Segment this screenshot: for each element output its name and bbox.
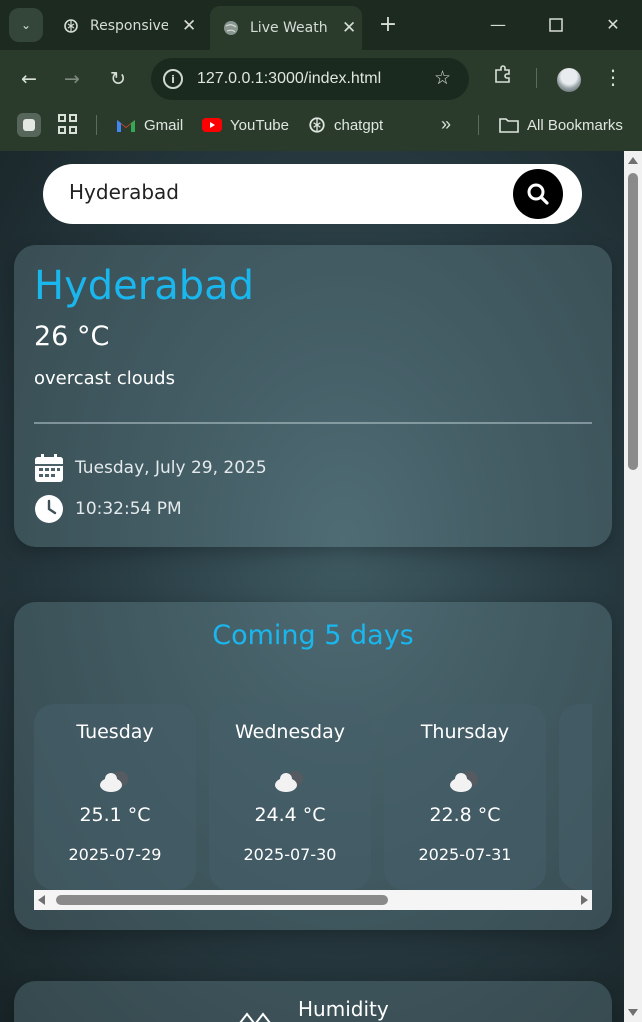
- star-icon[interactable]: ☆: [434, 67, 451, 89]
- minimize-button[interactable]: —: [475, 10, 521, 40]
- day-name: Wednesday: [234, 721, 345, 743]
- current-time: 10:32:54 PM: [75, 499, 182, 519]
- close-window-button[interactable]: ✕: [590, 10, 636, 40]
- all-bookmarks[interactable]: All Bookmarks: [499, 112, 623, 138]
- divider: [34, 422, 592, 424]
- scroll-right-arrow-icon[interactable]: [581, 895, 588, 905]
- day-temperature: 25.1 °C: [79, 804, 151, 826]
- back-button[interactable]: ←: [14, 64, 44, 94]
- menu-icon[interactable]: ⋮: [603, 62, 623, 92]
- new-tab-button[interactable]: +: [375, 10, 401, 40]
- address-bar[interactable]: i 127.0.0.1:3000/index.html ☆: [151, 58, 469, 100]
- bookmark-label: All Bookmarks: [527, 116, 623, 134]
- info-icon[interactable]: i: [163, 69, 183, 89]
- reload-button[interactable]: ↻: [103, 64, 133, 94]
- horizontal-scrollbar[interactable]: [34, 890, 592, 910]
- day-name: Thursday: [420, 721, 510, 743]
- cloud-icon: [100, 771, 128, 792]
- maximize-button[interactable]: [533, 10, 579, 40]
- folder-icon: [499, 117, 519, 133]
- scroll-up-arrow-icon[interactable]: [628, 157, 638, 164]
- forecast-day-card: Thursday 22.8 °C 2025-07-31: [384, 704, 546, 890]
- weather-condition: overcast clouds: [34, 368, 175, 389]
- forecast-day-card: Wednesday 24.4 °C 2025-07-30: [209, 704, 371, 890]
- search-input[interactable]: Hyderabad: [69, 180, 179, 204]
- close-icon[interactable]: ✕: [182, 16, 196, 36]
- bookmarks-bar: Gmail YouTube chatgpt » All Bookmarks: [0, 108, 642, 142]
- search-bar: Hyderabad: [43, 164, 582, 224]
- url-text: 127.0.0.1:3000/index.html: [197, 70, 382, 87]
- search-icon: [527, 183, 549, 205]
- gmail-icon: [116, 118, 136, 133]
- bookmark-youtube[interactable]: YouTube: [202, 112, 289, 138]
- tab-search-button[interactable]: ⌄: [9, 8, 43, 42]
- tab-responsive[interactable]: Responsive ✕: [50, 6, 205, 46]
- chatgpt-icon: [62, 17, 80, 35]
- humidity-icon: [239, 1012, 271, 1022]
- page-viewport: Hyderabad Hyderabad 26 °C overcast cloud…: [0, 151, 624, 1022]
- day-date: 2025-07-31: [418, 845, 512, 864]
- extensions-icon[interactable]: [490, 64, 516, 94]
- bookmark-chatgpt[interactable]: chatgpt: [308, 112, 383, 138]
- city-name: Hyderabad: [34, 263, 254, 309]
- apps-grid-icon[interactable]: [58, 114, 78, 134]
- time-row: 10:32:54 PM: [34, 493, 182, 525]
- forward-button[interactable]: →: [57, 64, 87, 94]
- current-temperature: 26 °C: [34, 321, 110, 352]
- clock-icon: [34, 494, 64, 524]
- day-date: 2025-07-30: [243, 845, 337, 864]
- forecast-list[interactable]: Tuesday 25.1 °C 2025-07-29 Wednesday 24.…: [34, 704, 592, 890]
- forecast-day-card: [559, 704, 592, 890]
- bookmark-divider: [478, 115, 479, 135]
- chatgpt-icon: [308, 116, 326, 134]
- day-temperature: 22.8 °C: [429, 804, 501, 826]
- tab-title: Responsive: [90, 18, 168, 34]
- globe-icon: [222, 19, 240, 37]
- cloud-icon: [275, 771, 303, 792]
- browser-chrome: ⌄ Responsive ✕ Live Weath ✕ + — ✕ ← → ↻ …: [0, 0, 642, 151]
- cloud-icon: [450, 771, 478, 792]
- humidity-card: Humidity: [14, 981, 612, 1022]
- day-temperature: 24.4 °C: [254, 804, 326, 826]
- humidity-label: Humidity: [298, 997, 389, 1021]
- app-icon[interactable]: [17, 113, 41, 137]
- chevron-down-icon: ⌄: [20, 18, 32, 32]
- scroll-left-arrow-icon[interactable]: [38, 895, 45, 905]
- vertical-scrollbar[interactable]: [624, 151, 642, 1022]
- forecast-title: Coming 5 days: [212, 620, 414, 651]
- bookmark-label: chatgpt: [334, 116, 384, 134]
- bookmark-gmail[interactable]: Gmail: [116, 112, 183, 138]
- tab-title: Live Weath: [250, 20, 328, 36]
- toolbar-divider: [536, 68, 537, 88]
- forecast-card: Coming 5 days Tuesday 25.1 °C 2025-07-29…: [14, 602, 612, 930]
- more-bookmarks-icon[interactable]: »: [441, 114, 451, 135]
- avatar[interactable]: [557, 68, 581, 92]
- day-date: 2025-07-29: [68, 845, 162, 864]
- search-button[interactable]: [513, 169, 563, 219]
- scrollbar-thumb[interactable]: [628, 173, 638, 470]
- current-date: Tuesday, July 29, 2025: [75, 458, 267, 478]
- youtube-icon: [202, 118, 222, 132]
- date-row: Tuesday, July 29, 2025: [34, 452, 267, 484]
- day-name: Tuesday: [76, 721, 154, 743]
- scroll-down-arrow-icon[interactable]: [628, 1009, 638, 1016]
- bookmark-label: Gmail: [144, 116, 184, 134]
- calendar-icon: [34, 453, 64, 483]
- current-weather-card: Hyderabad 26 °C overcast clouds Tuesday,…: [14, 245, 612, 547]
- bookmark-label: YouTube: [230, 116, 289, 134]
- browser-toolbar: ← → ↻ i 127.0.0.1:3000/index.html ☆: [0, 50, 642, 108]
- bookmark-divider: [96, 115, 97, 135]
- close-icon[interactable]: ✕: [342, 18, 356, 38]
- tab-live-weather[interactable]: Live Weath ✕: [210, 6, 362, 50]
- forecast-day-card: Tuesday 25.1 °C 2025-07-29: [34, 704, 196, 890]
- tab-strip: ⌄ Responsive ✕ Live Weath ✕ + — ✕: [0, 0, 642, 50]
- scrollbar-thumb[interactable]: [56, 895, 388, 905]
